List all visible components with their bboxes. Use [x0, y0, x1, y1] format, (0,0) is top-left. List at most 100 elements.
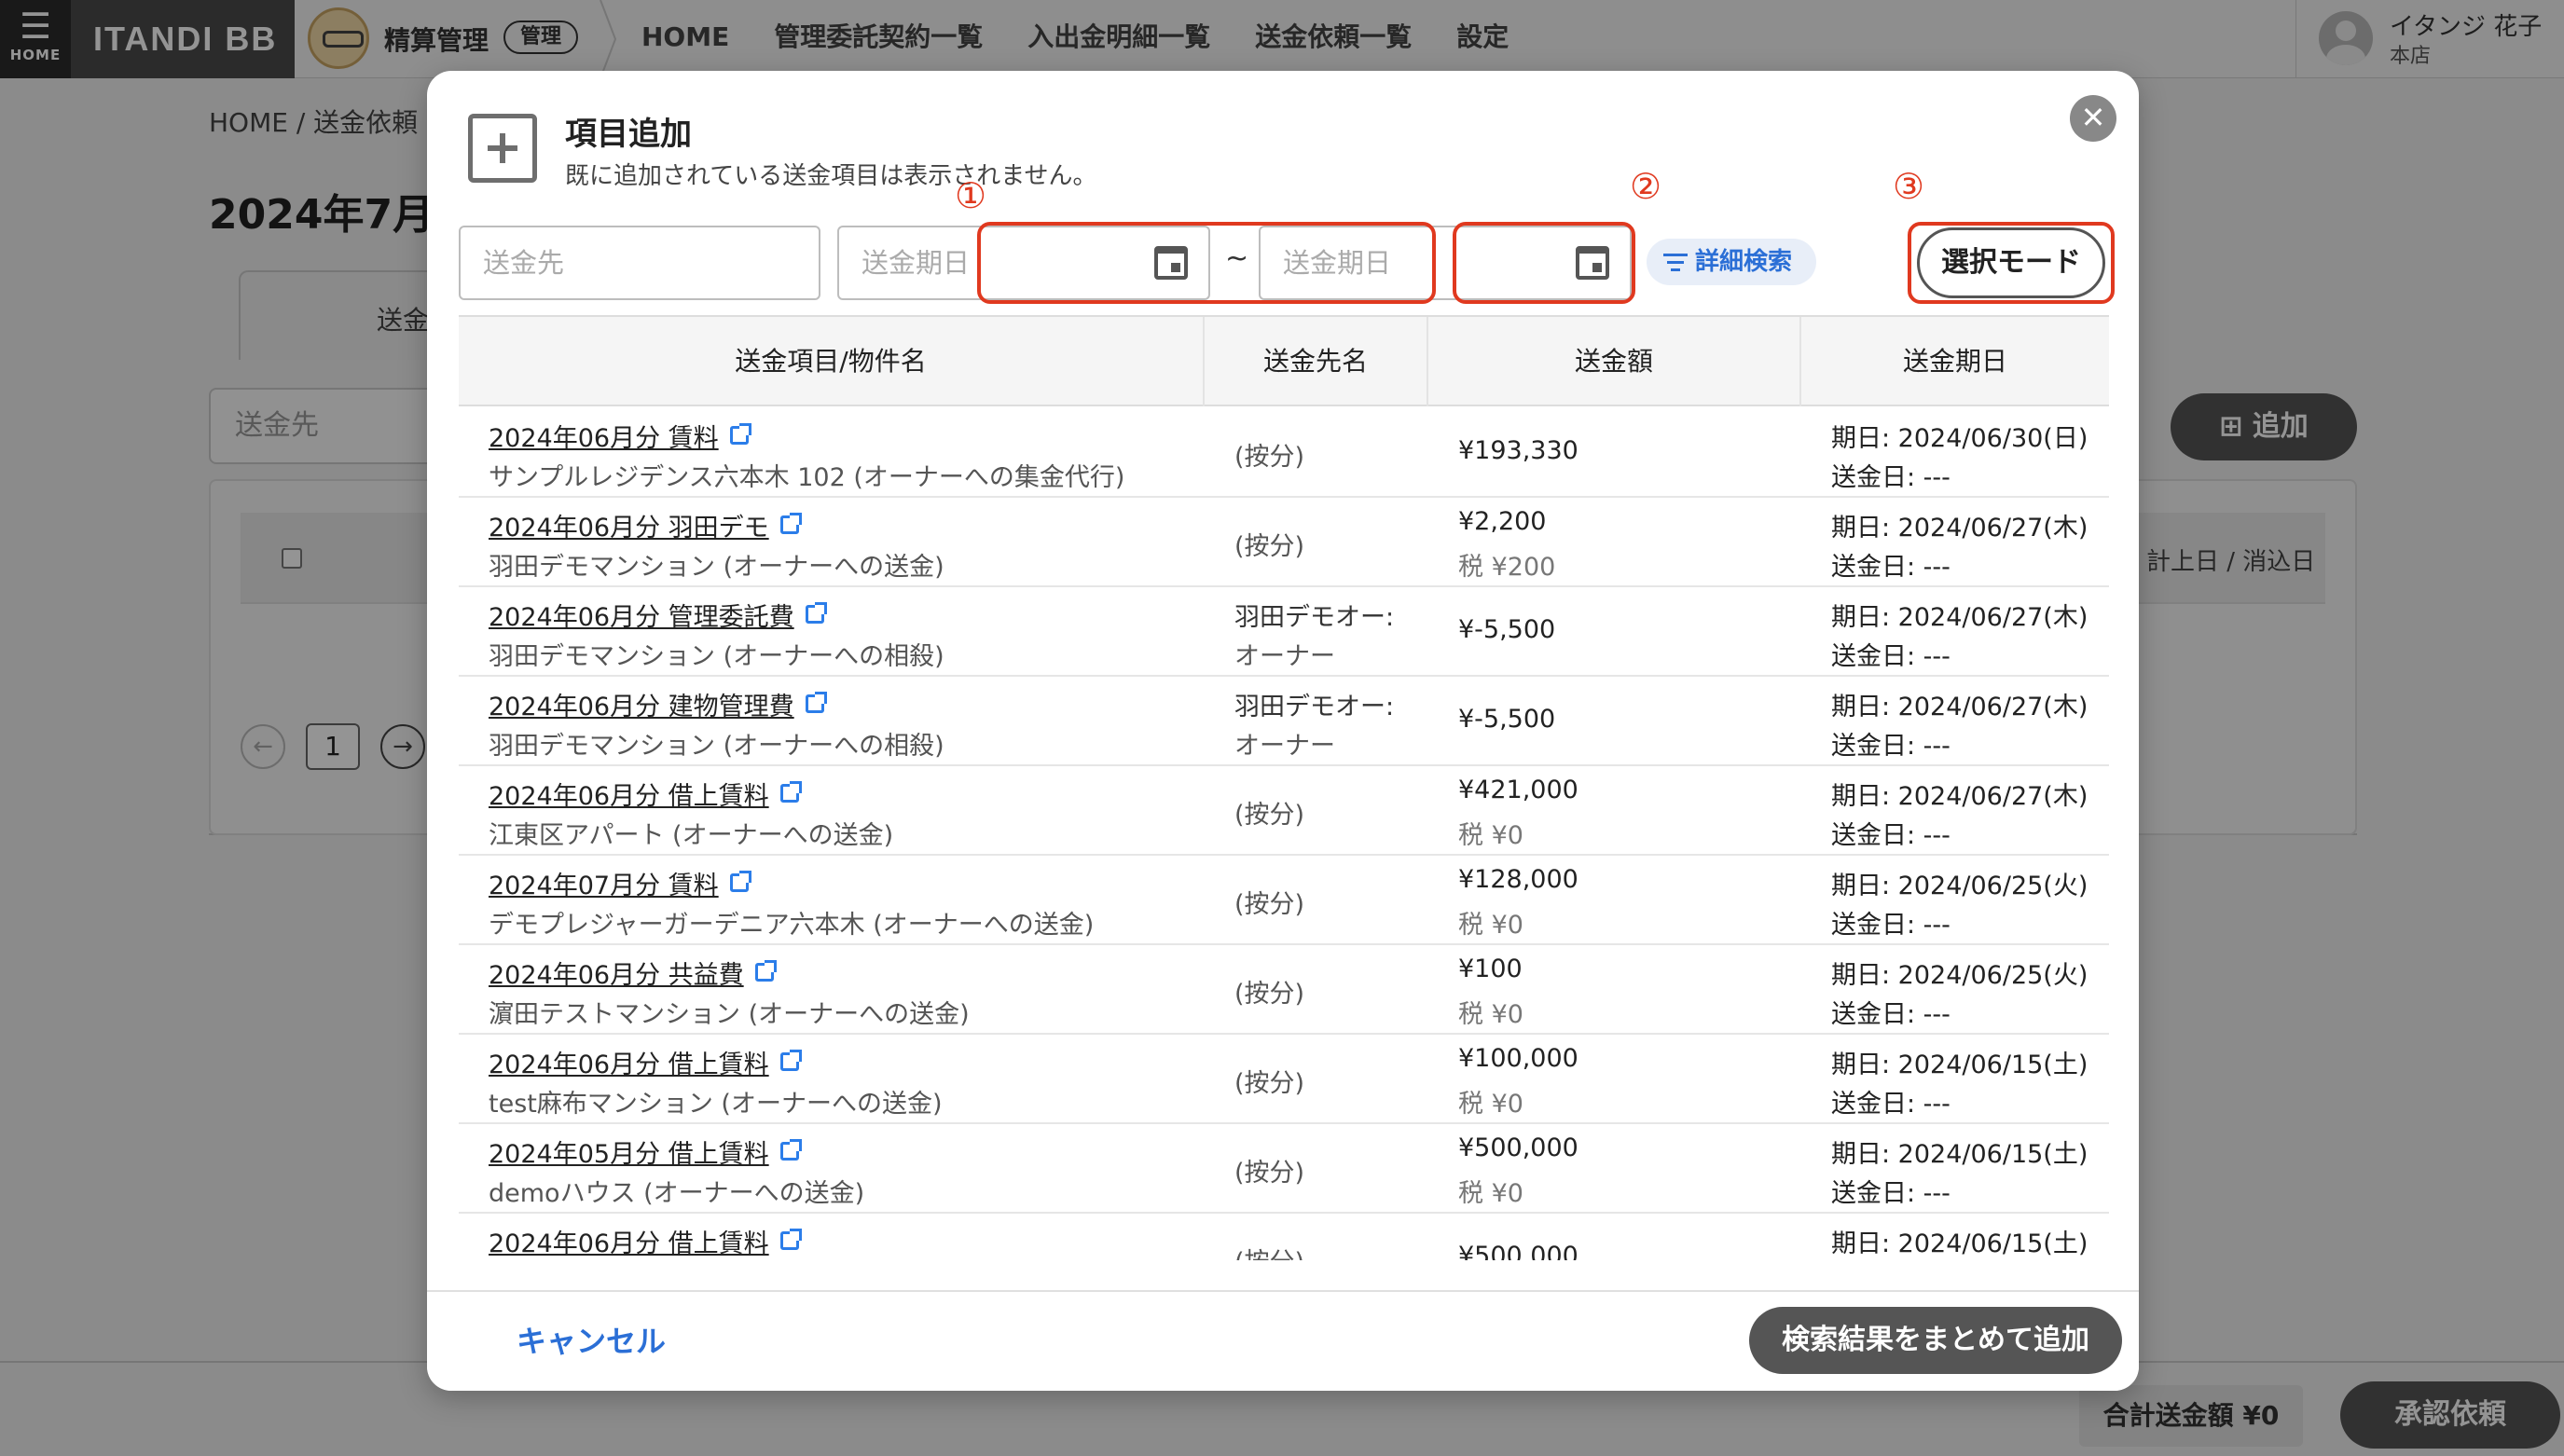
external-link-icon[interactable]	[779, 1229, 802, 1250]
annotation-box-3	[1908, 222, 2115, 304]
tax-amount: 税 ¥0	[1458, 821, 1523, 850]
sent-date: 送金日: ---	[1831, 553, 1951, 582]
table-row[interactable]: 2024年06月分 管理委託費羽田デモマンション (オーナーへの相殺) 羽田デモオ…	[459, 587, 2109, 677]
item-name: 2024年06月分 建物管理費	[489, 693, 794, 721]
table-row[interactable]: 2024年05月分 借上賃料 demoハウス (オーナーへの送金) (按分) ¥500…	[459, 1124, 2109, 1214]
column-header-item: 送金項目/物件名	[459, 317, 1205, 406]
amount: ¥100	[1458, 955, 1523, 983]
destination-name: (按分)	[1234, 801, 1305, 830]
external-link-icon[interactable]	[729, 423, 751, 445]
table-row[interactable]: 2024年06月分 借上賃料江東区アパート (オーナーへの送金) (按分) ¥421…	[459, 766, 2109, 856]
destination-name: (按分)	[1234, 890, 1305, 919]
date-from-placeholder: 送金期日	[862, 247, 971, 279]
item-link[interactable]: 2024年06月分 共益費	[489, 955, 777, 991]
table-row[interactable]: 2024年06月分 賃料サンプルレジデンス六本木 102 (オーナーへの集金代行…	[459, 408, 2109, 498]
property-name: 濵田テストマンション (オーナーへの送金)	[489, 1000, 970, 1029]
item-link[interactable]: 2024年06月分 建物管理費	[489, 686, 827, 722]
sent-date: 送金日: ---	[1831, 732, 1951, 761]
external-link-icon[interactable]	[805, 692, 827, 713]
item-link[interactable]: 2024年06月分 賃料	[489, 418, 751, 454]
table-row[interactable]: 2024年06月分 借上賃料 (按分) ¥500,000 期日: 2024/06/15…	[459, 1214, 2109, 1260]
add-item-modal: 項目追加 既に追加されている送金項目は表示されません。 ✕ 送金先 送金期日 ~…	[427, 71, 2139, 1391]
amount: ¥-5,500	[1458, 615, 1556, 644]
tax-amount: 税 ¥200	[1458, 553, 1556, 582]
destination-name: (按分)	[1234, 1159, 1305, 1188]
amount: ¥421,000	[1458, 776, 1578, 804]
sent-date: 送金日: ---	[1831, 642, 1951, 671]
property-name: 羽田デモマンション (オーナーへの相殺)	[489, 642, 944, 671]
table-row[interactable]: 2024年06月分 建物管理費 羽田デモマンション (オーナーへの相殺) 羽田デモオ…	[459, 677, 2109, 766]
property-name: demoハウス (オーナーへの送金)	[489, 1179, 865, 1208]
external-link-icon[interactable]	[805, 602, 827, 624]
tax-amount: 税 ¥0	[1458, 1179, 1523, 1208]
due-date: 期日: 2024/06/25(火)	[1831, 872, 2088, 900]
property-name: 羽田デモマンション (オーナーへの送金)	[489, 553, 944, 582]
annotation-number-3: ③	[1893, 166, 1925, 207]
due-date: 期日: 2024/06/15(土)	[1831, 1140, 2088, 1169]
close-icon[interactable]: ✕	[2070, 95, 2116, 142]
amount: ¥128,000	[1458, 865, 1578, 894]
advanced-search-label: 詳細検索	[1695, 248, 1793, 276]
amount: ¥100,000	[1458, 1044, 1578, 1073]
table-row[interactable]: 2024年06月分 羽田デモ 羽田デモマンション (オーナーへの送金) (按分) ¥2…	[459, 498, 2109, 587]
sent-date: 送金日: ---	[1831, 911, 1951, 940]
due-date: 期日: 2024/06/27(木)	[1831, 514, 2088, 543]
item-link[interactable]: 2024年06月分 借上賃料	[489, 776, 802, 812]
items-table: 送金項目/物件名 送金先名 送金額 送金期日 2024年06月分 賃料サンプルレ…	[459, 315, 2109, 1260]
due-date: 期日: 2024/06/27(木)	[1831, 782, 2088, 811]
cancel-button[interactable]: キャンセル	[517, 1318, 666, 1361]
external-link-icon[interactable]	[779, 1139, 802, 1161]
tax-amount: 税 ¥0	[1458, 911, 1523, 940]
tax-amount: 税 ¥0	[1458, 1000, 1523, 1029]
table-row[interactable]: 2024年06月分 借上賃料 test麻布マンション (オーナーへの送金) (按分)…	[459, 1035, 2109, 1124]
item-name: 2024年06月分 管理委託費	[489, 603, 794, 632]
tax-amount: 税 ¥0	[1458, 1090, 1523, 1119]
item-link[interactable]: 2024年06月分 借上賃料	[489, 1223, 802, 1259]
item-link[interactable]: 2024年06月分 管理委託費	[489, 597, 827, 633]
table-row[interactable]: 2024年06月分 共益費濵田テストマンション (オーナーへの送金) (按分) ¥1…	[459, 945, 2109, 1035]
filter-icon	[1663, 254, 1688, 272]
item-name: 2024年06月分 共益費	[489, 961, 744, 990]
property-name: サンプルレジデンス六本木 102 (オーナーへの集金代行)	[489, 463, 1125, 492]
modal-subtitle: 既に追加されている送金項目は表示されません。	[565, 162, 1097, 190]
annotation-box-2	[1453, 222, 1635, 304]
external-link-icon[interactable]	[779, 1050, 802, 1071]
item-name: 2024年06月分 借上賃料	[489, 782, 769, 811]
destination-name: (按分)	[1234, 980, 1305, 1009]
due-date: 期日: 2024/06/15(土)	[1831, 1229, 2088, 1258]
destination-input[interactable]: 送金先	[459, 226, 820, 300]
item-name: 2024年05月分 借上賃料	[489, 1140, 769, 1169]
add-all-results-button[interactable]: 検索結果をまとめて追加	[1749, 1307, 2122, 1374]
item-name: 2024年06月分 羽田デモ	[489, 514, 769, 543]
sent-date: 送金日: ---	[1831, 1000, 1951, 1029]
amount: ¥500,000	[1458, 1242, 1578, 1260]
amount: ¥500,000	[1458, 1133, 1578, 1162]
item-link[interactable]: 2024年06月分 借上賃料	[489, 1044, 802, 1080]
modal-title: 項目追加	[565, 116, 692, 153]
amount: ¥-5,500	[1458, 705, 1556, 734]
item-name: 2024年06月分 賃料	[489, 424, 719, 453]
column-header-due-date: 送金期日	[1902, 346, 2007, 377]
sent-date: 送金日: ---	[1831, 463, 1951, 492]
external-link-icon[interactable]	[779, 513, 802, 534]
due-date: 期日: 2024/06/25(火)	[1831, 961, 2088, 990]
table-row[interactable]: 2024年07月分 賃料 デモプレジャーガーデニア六本木 (オーナーへの送金) (按…	[459, 856, 2109, 945]
table-header: 送金項目/物件名 送金先名 送金額 送金期日	[459, 317, 2109, 406]
external-link-icon[interactable]	[754, 960, 777, 982]
property-name: 江東区アパート (オーナーへの送金)	[489, 821, 894, 850]
destination-name: 羽田デモオー:	[1234, 603, 1395, 632]
column-header-destination: 送金先名	[1205, 317, 1428, 406]
external-link-icon[interactable]	[779, 781, 802, 803]
annotation-number-1: ①	[955, 175, 987, 216]
sent-date: 送金日: ---	[1831, 821, 1951, 850]
advanced-search-button[interactable]: 詳細検索	[1647, 239, 1816, 285]
external-link-icon[interactable]	[729, 871, 751, 892]
property-name: test麻布マンション (オーナーへの送金)	[489, 1090, 943, 1119]
item-link[interactable]: 2024年05月分 借上賃料	[489, 1133, 802, 1170]
destination-name: 羽田デモオー:	[1234, 693, 1395, 721]
item-link[interactable]: 2024年06月分 羽田デモ	[489, 507, 802, 543]
amount: ¥193,330	[1458, 436, 1578, 465]
add-box-icon	[468, 114, 537, 183]
item-link[interactable]: 2024年07月分 賃料	[489, 865, 751, 901]
item-name: 2024年07月分 賃料	[489, 872, 719, 900]
